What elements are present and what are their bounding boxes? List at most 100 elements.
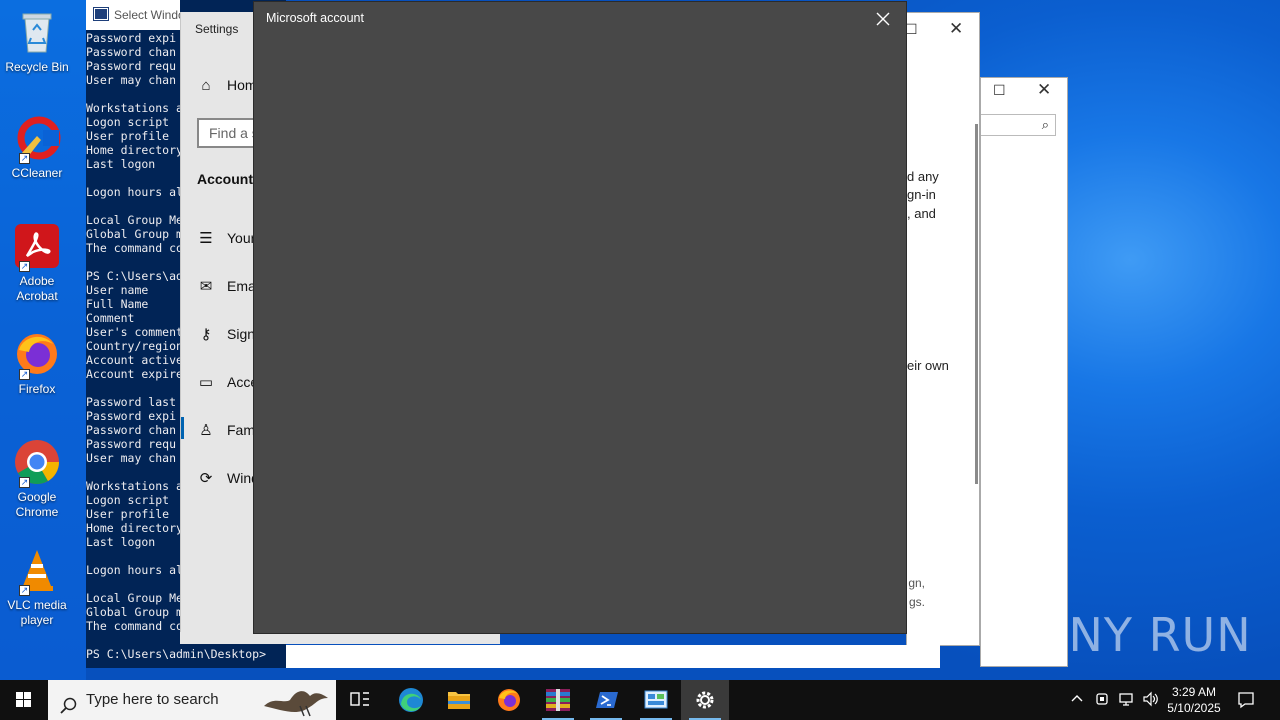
- close-icon[interactable]: ✕: [1037, 80, 1051, 100]
- network-icon[interactable]: [1118, 691, 1136, 720]
- key-icon: ⚷: [200, 326, 212, 343]
- powershell-line: Account expire: [86, 367, 183, 381]
- briefcase-icon: ▭: [198, 374, 214, 391]
- desktop-icon-firefox[interactable]: ↗ Firefox: [4, 330, 70, 397]
- desktop-icon-recycle-bin[interactable]: Recycle Bin: [4, 8, 70, 75]
- powershell-line: Country/region: [86, 339, 183, 353]
- powershell-line: [86, 381, 183, 395]
- settings-content-window-back[interactable]: ☐ ✕ d any gn-in , and eir own gn, gs.: [905, 12, 980, 646]
- powershell-line: Password requ: [86, 437, 177, 451]
- powershell-line: User name: [86, 283, 149, 297]
- nav-sign-in-options[interactable]: ⚷Sign-in options: [197, 325, 257, 343]
- powershell-line: Local Group Me: [86, 591, 183, 605]
- start-button[interactable]: [0, 680, 48, 720]
- firefox-taskbar-icon[interactable]: [485, 680, 533, 720]
- clock-date: 5/10/2025: [1167, 701, 1221, 715]
- powershell-output: Password expi Password chan Password requ U…: [86, 31, 183, 633]
- desktop-icon-google-chrome[interactable]: ↗ Google Chrome: [4, 438, 70, 520]
- body-text-line: , and: [907, 206, 936, 221]
- shortcut-arrow-icon: ↗: [19, 261, 30, 272]
- selection-indicator: [181, 417, 184, 439]
- desktop-icon-label: Adobe Acrobat: [16, 274, 58, 303]
- powershell-line: Logon hours al: [86, 563, 183, 577]
- taskbar-clock[interactable]: 3:29 AM 5/10/2025: [1160, 684, 1228, 716]
- find-setting-input[interactable]: Find a setting: [197, 118, 256, 148]
- taskbar: Type here to search 3:29 AM 5/10/2025: [0, 680, 1280, 720]
- vlc-icon: ↗: [13, 546, 61, 596]
- bird-decoration-icon: [260, 682, 334, 720]
- ccleaner-icon: ↗: [13, 114, 61, 164]
- person-list-icon: ☰: [199, 230, 213, 247]
- microsoft-account-dialog[interactable]: Microsoft account: [253, 1, 907, 634]
- dialog-title: Microsoft account: [266, 11, 364, 25]
- powershell-line: User profile: [86, 507, 170, 521]
- close-icon[interactable]: [872, 8, 894, 30]
- settings-title: Settings: [195, 22, 239, 36]
- shortcut-arrow-icon: ↗: [19, 585, 30, 596]
- sync-icon: ⟳: [199, 470, 213, 487]
- nav-family-other-users[interactable]: ♙Family & other users: [197, 421, 256, 439]
- powershell-title-bar[interactable]: Select Windo: [86, 0, 180, 30]
- task-view-button[interactable]: [336, 680, 384, 720]
- nav-your-info[interactable]: ☰Your info: [197, 229, 256, 247]
- powershell-prompt[interactable]: PS C:\Users\admin\Desktop>: [86, 647, 266, 661]
- powershell-line: Password last: [86, 395, 177, 409]
- powershell-line: [86, 549, 183, 563]
- close-icon[interactable]: ✕: [949, 19, 963, 39]
- device-icon[interactable]: [1094, 691, 1112, 720]
- desktop-icon-vlc[interactable]: ↗ VLC media player: [4, 546, 70, 628]
- edge-taskbar-icon[interactable]: [387, 680, 435, 720]
- powershell-line: [86, 465, 183, 479]
- window-edge: [284, 645, 940, 668]
- powershell-taskbar-icon[interactable]: [582, 680, 630, 720]
- clock-time: 3:29 AM: [1171, 685, 1217, 699]
- search-icon: [60, 691, 78, 720]
- winrar-taskbar-icon[interactable]: [534, 680, 582, 720]
- powershell-line: The command co: [86, 619, 183, 633]
- powershell-line: PS C:\Users\ad: [86, 269, 183, 283]
- search-placeholder: Type here to search: [86, 691, 219, 708]
- adobe-acrobat-icon: ↗: [13, 222, 61, 272]
- desktop-icon-label: CCleaner: [11, 166, 63, 180]
- volume-icon[interactable]: [1142, 691, 1160, 720]
- nav-email-accounts[interactable]: ✉Email & accounts: [197, 277, 256, 295]
- scrollbar-thumb[interactable]: [975, 124, 978, 484]
- powershell-line: User may chan: [86, 73, 177, 87]
- desktop-icon-label: VLC media player: [7, 598, 67, 627]
- desktop-icon-ccleaner[interactable]: ↗ CCleaner: [4, 114, 70, 181]
- taskbar-search-box[interactable]: Type here to search: [48, 680, 336, 720]
- home-icon: ⌂: [201, 77, 211, 94]
- chevron-up-icon[interactable]: [1070, 691, 1088, 720]
- powershell-line: Logon hours al: [86, 185, 183, 199]
- nav-access-work[interactable]: ▭Access work or school: [197, 373, 256, 391]
- powershell-line: Global Group m: [86, 227, 183, 241]
- powershell-line: Password chan: [86, 45, 177, 59]
- window-search-box[interactable]: ⌕: [981, 114, 1056, 136]
- maximize-icon[interactable]: ☐: [993, 82, 1006, 99]
- powershell-line: [86, 577, 183, 591]
- desktop-icon-label: Recycle Bin: [5, 60, 69, 74]
- powershell-line: Logon script: [86, 493, 170, 507]
- firefox-icon: ↗: [13, 330, 61, 380]
- powershell-line: User's comment: [86, 325, 183, 339]
- file-explorer-taskbar-icon[interactable]: [435, 680, 483, 720]
- powershell-line: Password expi: [86, 31, 177, 45]
- control-panel-taskbar-icon[interactable]: [632, 680, 680, 720]
- explorer-window-back[interactable]: ☐ ✕ ⌕: [980, 77, 1068, 667]
- nav-windows-backup[interactable]: ⟳Windows backup: [197, 469, 256, 487]
- notification-icon[interactable]: [1236, 690, 1260, 720]
- powershell-line: [86, 255, 183, 269]
- powershell-line: Password requ: [86, 59, 177, 73]
- powershell-line: Local Group Me: [86, 213, 183, 227]
- powershell-line: [86, 171, 183, 185]
- desktop-icon-label: Firefox: [18, 382, 56, 396]
- settings-window[interactable]: Settings ⌂Home Find a setting Accounts ☰…: [180, 12, 256, 644]
- shortcut-arrow-icon: ↗: [19, 477, 30, 488]
- powershell-title: Select Windo: [114, 8, 180, 22]
- powershell-line: The command co: [86, 241, 183, 255]
- settings-taskbar-icon[interactable]: [681, 680, 729, 720]
- powershell-line: Global Group m: [86, 605, 183, 619]
- nav-home[interactable]: ⌂Home: [197, 77, 256, 94]
- desktop-icon-adobe-acrobat[interactable]: ↗ Adobe Acrobat: [4, 222, 70, 304]
- shortcut-arrow-icon: ↗: [19, 153, 30, 164]
